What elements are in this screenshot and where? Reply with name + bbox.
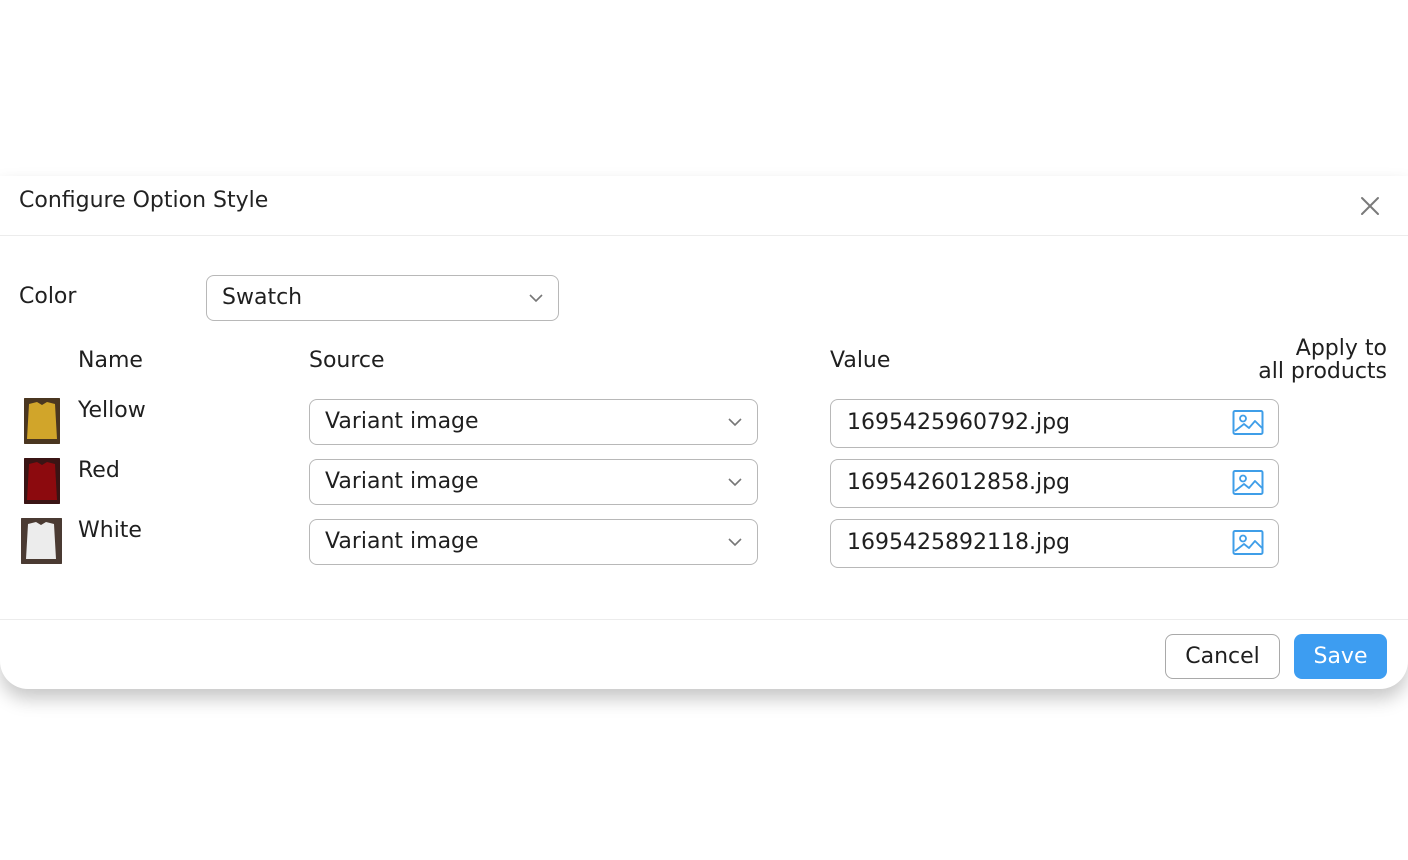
option-style-select[interactable]: Swatch xyxy=(206,275,559,321)
footer-divider xyxy=(0,619,1408,620)
source-value: Variant image xyxy=(325,529,479,554)
cancel-button[interactable]: Cancel xyxy=(1165,634,1280,679)
value-filename: 1695426012858.jpg xyxy=(847,470,1070,495)
source-select[interactable]: Variant image xyxy=(309,519,758,565)
value-filename: 1695425892118.jpg xyxy=(847,530,1070,555)
apply-header-line2: all products xyxy=(1258,359,1387,384)
chevron-down-icon xyxy=(529,294,543,303)
variant-thumbnail xyxy=(24,398,60,444)
source-select[interactable]: Variant image xyxy=(309,399,758,445)
image-icon[interactable] xyxy=(1232,529,1264,557)
save-button[interactable]: Save xyxy=(1294,634,1387,679)
variant-thumbnail xyxy=(21,518,62,564)
configure-option-style-dialog: Configure Option Style Color Swatch Name… xyxy=(0,176,1408,689)
table-row: Yellow Variant image 1695425960792.jpg xyxy=(0,398,1408,458)
chevron-down-icon xyxy=(728,538,742,547)
value-field[interactable]: 1695426012858.jpg xyxy=(830,459,1279,508)
option-label: Color xyxy=(19,284,77,309)
image-icon[interactable] xyxy=(1232,409,1264,437)
variant-name: White xyxy=(78,518,142,543)
chevron-down-icon xyxy=(728,418,742,427)
value-field[interactable]: 1695425892118.jpg xyxy=(830,519,1279,568)
close-icon[interactable] xyxy=(1356,192,1384,220)
source-value: Variant image xyxy=(325,469,479,494)
column-header-value: Value xyxy=(830,348,891,373)
variant-name: Yellow xyxy=(78,398,146,423)
column-header-source: Source xyxy=(309,348,385,373)
value-field[interactable]: 1695425960792.jpg xyxy=(830,399,1279,448)
chevron-down-icon xyxy=(728,478,742,487)
variant-thumbnail xyxy=(24,458,60,504)
apply-header-line1: Apply to xyxy=(1295,336,1387,361)
variant-name: Red xyxy=(78,458,120,483)
image-icon[interactable] xyxy=(1232,469,1264,497)
table-row: Red Variant image 1695426012858.jpg xyxy=(0,458,1408,518)
dialog-header: Configure Option Style xyxy=(0,176,1408,236)
table-row: White Variant image 1695425892118.jpg xyxy=(0,518,1408,578)
column-header-apply-all: Apply to all products xyxy=(1258,337,1387,383)
value-filename: 1695425960792.jpg xyxy=(847,410,1070,435)
option-style-value: Swatch xyxy=(222,285,303,310)
dialog-title: Configure Option Style xyxy=(19,188,269,213)
source-select[interactable]: Variant image xyxy=(309,459,758,505)
source-value: Variant image xyxy=(325,409,479,434)
column-header-name: Name xyxy=(78,348,143,373)
